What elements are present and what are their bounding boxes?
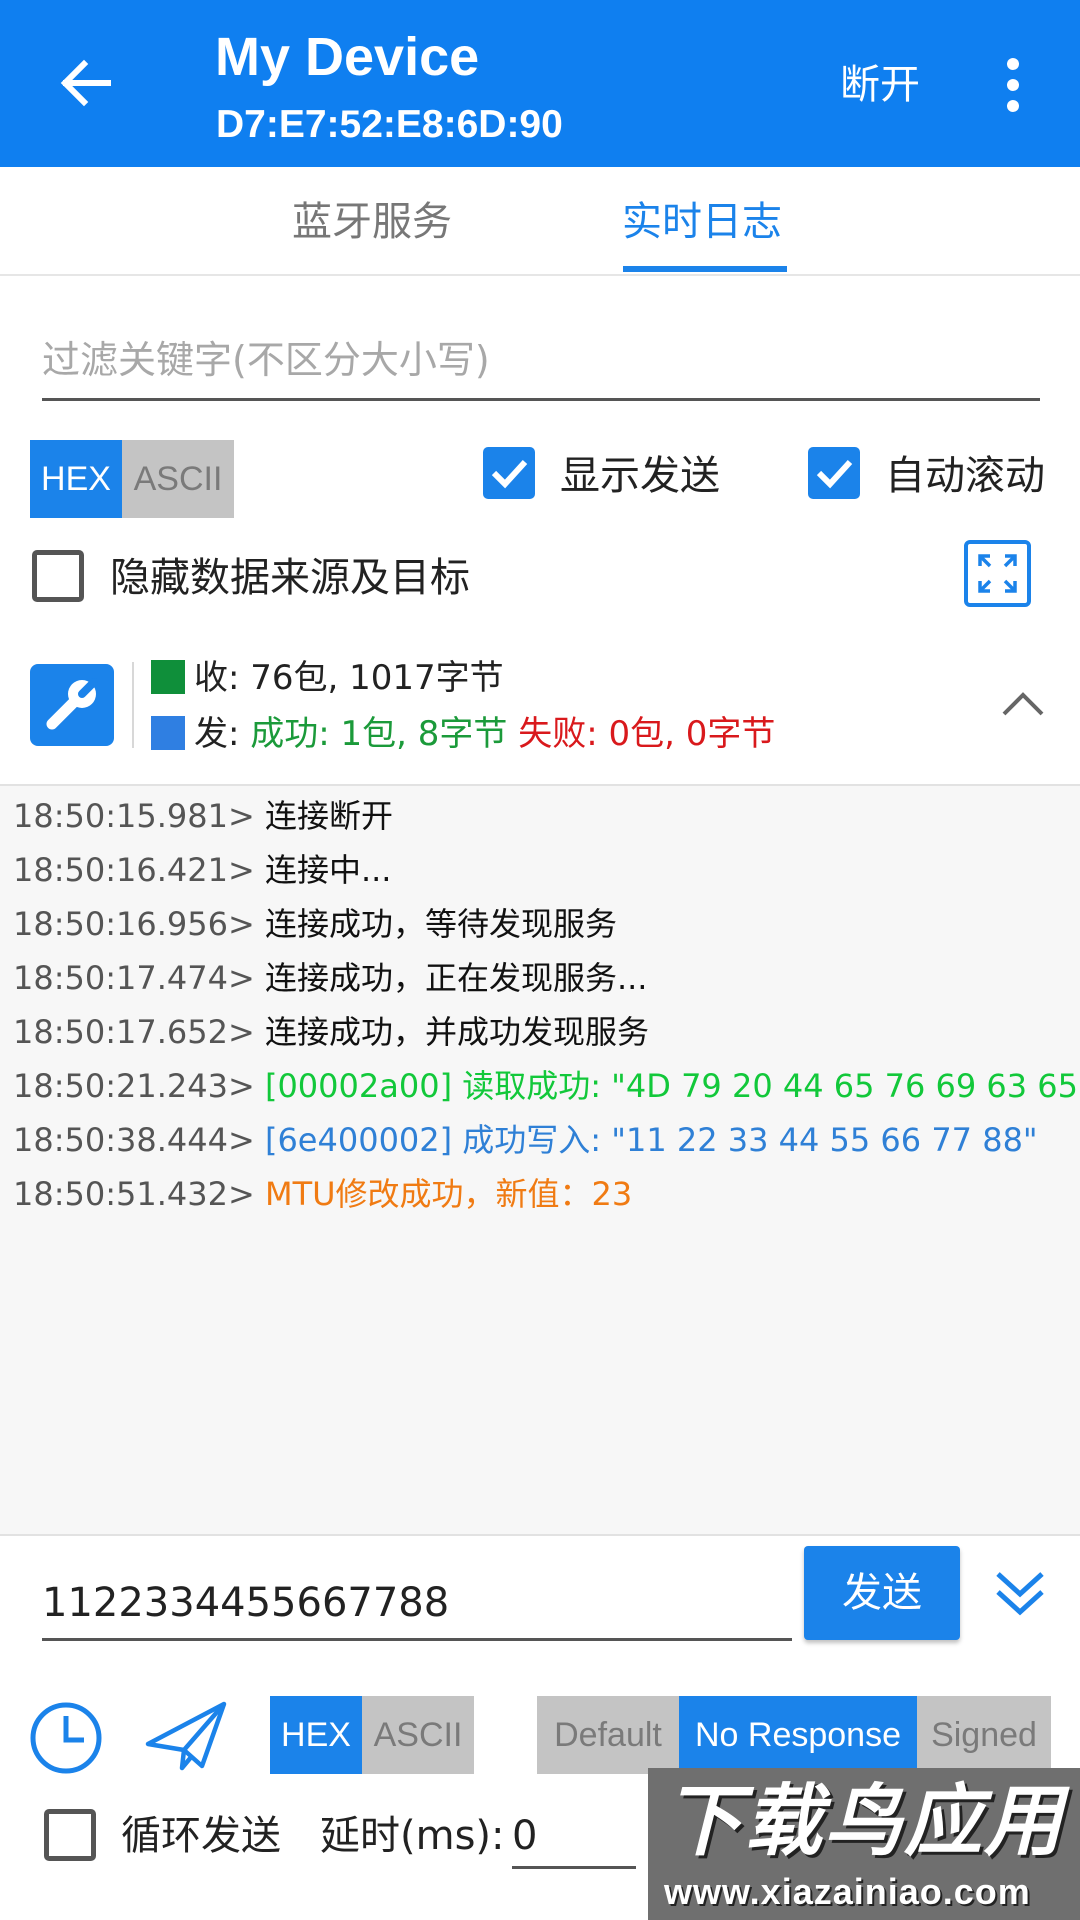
log-message: 连接成功，等待发现服务 [264, 905, 617, 943]
log-time: 18:50:21.243> [13, 1067, 255, 1105]
log-message: 连接成功，并成功发现服务 [264, 1013, 649, 1051]
send-hex-option[interactable]: HEX [270, 1696, 362, 1774]
display-format-toggle: HEX ASCII [30, 440, 234, 518]
log-time: 18:50:51.432> [13, 1175, 255, 1213]
log-entry: 18:50:38.444> [6e400002] 成功写入: "11 22 33… [13, 1118, 1038, 1162]
display-hex-option[interactable]: HEX [30, 440, 122, 518]
send-success-stats: 成功: 1包, 8字节 [250, 714, 508, 754]
log-entry: 18:50:16.956> 连接成功，等待发现服务 [13, 902, 617, 946]
display-ascii-option[interactable]: ASCII [122, 440, 234, 518]
recv-color-square [151, 660, 185, 694]
log-message: 连接成功，正在发现服务... [264, 959, 648, 997]
log-entry: 18:50:16.421> 连接中... [13, 848, 391, 892]
recv-stats: 收: 76包, 1017字节 [194, 658, 504, 698]
app-bar: My Device D7:E7:52:E8:6D:90 断开 [0, 0, 1080, 167]
log-message: MTU修改成功，新值：23 [264, 1175, 633, 1213]
auto-scroll-label: 自动滚动 [885, 453, 1045, 499]
send-data-input[interactable] [42, 1568, 792, 1641]
chevron-up-icon[interactable] [1000, 688, 1046, 718]
log-entry: 18:50:21.243> [00002a00] 读取成功: "4D 79 20… [13, 1064, 1080, 1108]
filter-input[interactable] [42, 322, 1040, 401]
log-message: 连接中... [264, 851, 392, 889]
watermark-logo: 下载鸟应用 www.xiazainiao.com [648, 1768, 1080, 1920]
log-time: 18:50:38.444> [13, 1121, 255, 1159]
hide-source-label: 隐藏数据来源及目标 [110, 555, 470, 601]
log-time: 18:50:16.956> [13, 905, 255, 943]
log-time: 18:50:15.981> [13, 797, 255, 835]
write-signed-option[interactable]: Signed [917, 1696, 1051, 1774]
log-message: 连接断开 [264, 797, 393, 835]
send-stats-prefix: 发: [194, 714, 251, 754]
tab-realtime-log[interactable]: 实时日志 [622, 197, 782, 247]
log-message: [6e400002] 成功写入: "11 22 33 44 55 66 77 8… [264, 1121, 1038, 1159]
delay-input[interactable] [512, 1806, 636, 1869]
send-fail-stats: 失败: 0包, 0字节 [518, 714, 776, 754]
log-entry: 18:50:15.981> 连接断开 [13, 794, 393, 838]
loop-send-label: 循环发送 [121, 1813, 281, 1859]
delay-label: 延时(ms): [320, 1813, 505, 1859]
send-stats: 发: 成功: 1包, 8字节 失败: 0包, 0字节 [194, 712, 775, 756]
paper-plane-icon[interactable] [144, 1698, 228, 1774]
watermark-text: 下载鸟应用 [664, 1777, 1065, 1867]
log-entry: 18:50:51.432> MTU修改成功，新值：23 [13, 1172, 632, 1216]
tab-bar: 蓝牙服务 实时日志 [0, 167, 1080, 276]
device-name: My Device [215, 27, 480, 87]
auto-scroll-checkbox[interactable] [808, 447, 860, 499]
hide-source-checkbox[interactable] [32, 550, 84, 602]
log-time: 18:50:16.421> [13, 851, 255, 889]
log-time: 18:50:17.474> [13, 959, 255, 997]
tab-indicator [623, 266, 787, 272]
watermark-url: www.xiazainiao.com [664, 1871, 1031, 1912]
log-message: [00002a00] 读取成功: "4D 79 20 44 65 76 69 6… [264, 1067, 1080, 1105]
show-send-checkbox[interactable] [483, 447, 535, 499]
wrench-icon [46, 678, 98, 730]
clock-icon[interactable] [28, 1700, 104, 1776]
tab-bluetooth-services[interactable]: 蓝牙服务 [292, 197, 452, 247]
fullscreen-icon[interactable] [964, 540, 1031, 607]
back-arrow-icon[interactable] [58, 56, 112, 110]
log-time: 18:50:17.652> [13, 1013, 255, 1051]
device-address: D7:E7:52:E8:6D:90 [216, 103, 563, 146]
log-entry: 18:50:17.474> 连接成功，正在发现服务... [13, 956, 647, 1000]
tools-button[interactable] [30, 664, 114, 746]
write-no-response-option[interactable]: No Response [679, 1696, 917, 1774]
send-button[interactable]: 发送 [804, 1546, 960, 1640]
loop-send-checkbox[interactable] [44, 1809, 96, 1861]
log-panel[interactable]: 18:50:15.981> 连接断开 18:50:16.421> 连接中... … [0, 784, 1080, 1536]
disconnect-button[interactable]: 断开 [840, 60, 920, 110]
log-entry: 18:50:17.652> 连接成功，并成功发现服务 [13, 1010, 649, 1054]
send-color-square [151, 716, 185, 750]
send-ascii-option[interactable]: ASCII [362, 1696, 474, 1774]
write-default-option[interactable]: Default [537, 1696, 679, 1774]
send-format-toggle: HEX ASCII [270, 1696, 474, 1774]
stats-divider [132, 662, 134, 748]
more-vert-icon[interactable] [1003, 58, 1023, 112]
show-send-label: 显示发送 [560, 453, 720, 499]
double-chevron-down-icon[interactable] [992, 1566, 1048, 1622]
write-type-toggle: Default No Response Signed [537, 1696, 1051, 1774]
